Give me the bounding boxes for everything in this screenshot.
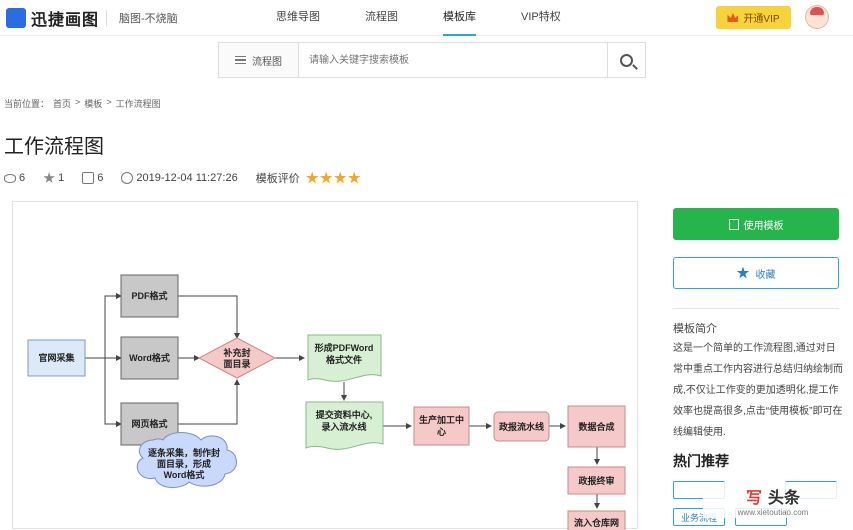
node-doc-line2: 格式文件 [326, 354, 362, 365]
tagline: 脑图-不烧脑 [106, 10, 178, 26]
publish-date: 2019-12-04 11:27:26 [121, 172, 238, 184]
node-cloud-line2: 面目录，形成 [157, 458, 211, 469]
logo-icon [6, 8, 26, 28]
views-count: 6 [4, 172, 25, 184]
top-navigation-bar: 迅捷画图 脑图-不烧脑 思维导图 流程图 模板库 VIP特权 开通VIP [0, 0, 853, 36]
favorites-value: 1 [58, 172, 65, 184]
date-value: 2019-12-04 11:27:26 [136, 172, 238, 184]
node-produce-line1: 生产加工中 [419, 414, 464, 425]
rating-stars [305, 171, 362, 185]
node-cloud-line3: Word格式 [164, 469, 205, 480]
open-vip-button[interactable]: 开通VIP [716, 6, 791, 29]
favorite-button[interactable]: 收藏 [673, 257, 839, 289]
crown-icon [727, 13, 739, 22]
search-icon [620, 53, 633, 67]
watermark-mark: 写 [745, 489, 762, 507]
node-word: Word格式 [129, 352, 170, 363]
node-produce-line2: 心 [437, 427, 446, 437]
logo-text: 迅捷画图 [31, 12, 100, 29]
template-rating: 模板评价 [256, 170, 362, 186]
vip-label: 开通VIP [743, 14, 780, 25]
search-bar: 流程图 [218, 42, 646, 78]
search-button[interactable] [607, 43, 645, 77]
star-icon [333, 171, 347, 184]
eye-icon [4, 173, 16, 183]
edits-count: 6 [82, 172, 103, 184]
breadcrumb-current: 工作流程图 [115, 99, 161, 109]
nav-item-templates[interactable]: 模板库 [443, 0, 476, 36]
avatar[interactable] [805, 5, 829, 29]
watermark: 写 头条 www.xietoutiao.com [703, 482, 843, 518]
node-warehouse: 流入仓库网 [574, 517, 619, 528]
node-pdf: PDF格式 [131, 290, 167, 301]
edits-value: 6 [97, 172, 104, 184]
views-value: 6 [19, 172, 26, 184]
flowchart-diagram: 官网采集 PDF格式 Word格式 网页格式 补充封 面目录 逐条采集，制作封 … [27, 274, 626, 530]
watermark-url: www.xietoutiao.com [737, 507, 809, 517]
rating-label: 模板评价 [255, 173, 300, 185]
watermark-brand: 写 头条 [746, 484, 800, 508]
edit-doc-icon [728, 218, 739, 230]
main-nav: 思维导图 流程图 模板库 VIP特权 [276, 0, 606, 36]
breadcrumb: 当前位置： 首页 > 模板 > 工作流程图 [4, 97, 165, 110]
clock-icon [121, 172, 134, 184]
star-icon [319, 171, 333, 184]
node-doc-line1: 形成PDFWord [315, 342, 374, 353]
star-icon [305, 171, 319, 184]
hot-recommend-title: 热门推荐 [673, 453, 729, 469]
node-submit-line1: 提交资料中心, [316, 409, 373, 420]
node-web: 网页格式 [131, 418, 167, 429]
nav-item-mindmap[interactable]: 思维导图 [276, 0, 320, 36]
breadcrumb-templates[interactable]: 模板 [84, 97, 102, 110]
menu-icon [235, 56, 246, 64]
use-template-button[interactable]: 使用模板 [673, 208, 839, 240]
star-icon [736, 266, 750, 279]
node-merge: 数据合成 [578, 421, 614, 432]
star-icon [347, 171, 361, 184]
nav-item-flowchart[interactable]: 流程图 [365, 0, 398, 36]
intro-text: 这是一个简单的工作流程图,通过对日常中重点工作内容进行总结归纳绘制而成,不仅让工… [673, 343, 843, 438]
node-terminal: 政报终审 [578, 475, 614, 486]
logo[interactable]: 迅捷画图 [6, 6, 99, 30]
edit-icon [82, 172, 95, 184]
favorite-label: 收藏 [755, 269, 776, 281]
breadcrumb-separator: > [75, 97, 81, 107]
use-template-label: 使用模板 [743, 220, 784, 232]
page-title: 工作流程图 [4, 136, 104, 158]
watermark-name: 头条 [768, 489, 801, 507]
star-outline-icon [43, 172, 55, 183]
node-supplement-line1: 补充封 [222, 347, 250, 358]
node-supplement-line2: 面目录 [223, 359, 250, 369]
node-cloud-line1: 逐条采集，制作封 [148, 447, 220, 458]
search-category-select[interactable]: 流程图 [219, 43, 299, 77]
nav-item-vip[interactable]: VIP特权 [521, 0, 561, 36]
search-category-label: 流程图 [252, 56, 282, 68]
favorites-count: 1 [43, 172, 64, 184]
breadcrumb-separator: > [106, 97, 112, 107]
intro-title: 模板简介 [673, 323, 717, 335]
divider [673, 308, 839, 309]
breadcrumb-prefix: 当前位置： [4, 99, 50, 109]
node-submit-line2: 录入流水线 [321, 421, 366, 432]
breadcrumb-home[interactable]: 首页 [53, 97, 71, 110]
node-pipeline: 政报流水线 [499, 421, 544, 432]
template-meta: 6 1 6 2019-12-04 11:27:26 模板评价 [4, 170, 380, 186]
search-input[interactable] [299, 43, 607, 77]
node-source: 官网采集 [38, 352, 75, 363]
template-preview[interactable]: 官网采集 PDF格式 Word格式 网页格式 补充封 面目录 逐条采集，制作封 … [12, 201, 638, 530]
